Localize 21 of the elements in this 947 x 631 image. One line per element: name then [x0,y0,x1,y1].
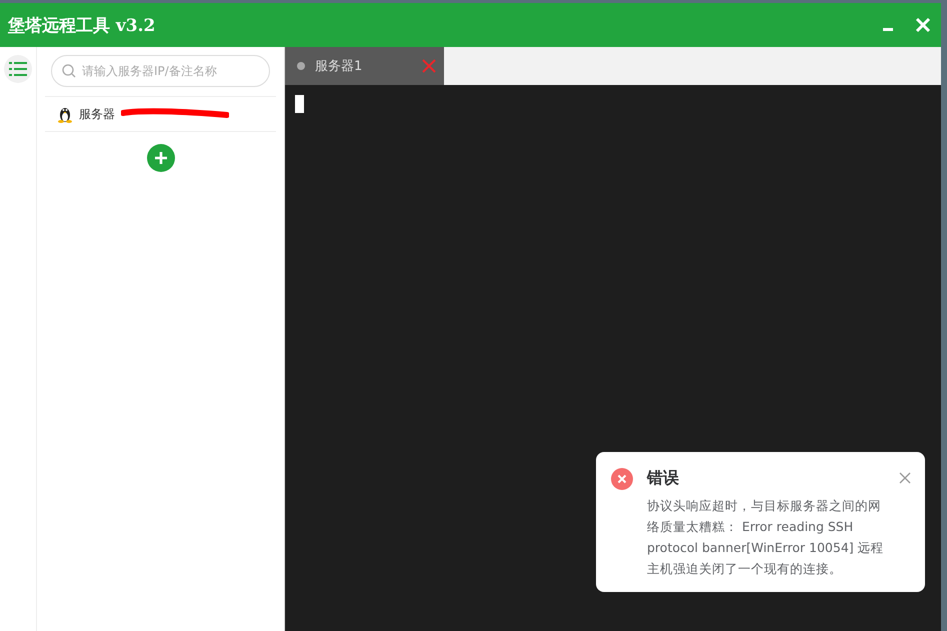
notification-message: 协议头响应超时，与目标服务器之间的网络质量太糟糕： Error reading SSH protocol banner[WinError 10054] 远程主机强迫关闭了一个现有的连接。 [647,497,885,578]
server-name: 服务器 [79,106,115,122]
notification-title: 错误 [647,468,680,489]
close-icon[interactable] [899,472,911,484]
plus-icon [154,151,168,165]
text-cursor [295,95,304,113]
session-tab[interactable]: 服务器1 [285,47,444,85]
penguin-icon [57,105,73,123]
close-button[interactable] [915,17,931,33]
menu-icon [9,62,27,76]
search-field[interactable]: 请输入服务器IP/备注名称 [51,55,270,87]
search-icon [62,64,76,78]
add-button[interactable] [146,144,174,172]
close-icon [915,17,931,33]
minimize-icon [883,28,893,30]
server-item[interactable]: 服务器 [45,96,276,132]
terminal[interactable]: 错误 协议头响应超时，与目标服务器之间的网络质量太糟糕： Error reading SSH protocol banner[WinError 10054] 远程主机强迫关闭了一个现有的连接。 [285,85,941,631]
status-dot-icon [297,62,305,70]
menu-button[interactable] [4,55,32,83]
window-title: 堡塔远程工具 v3.2 [8,14,156,36]
error-icon [611,468,633,490]
